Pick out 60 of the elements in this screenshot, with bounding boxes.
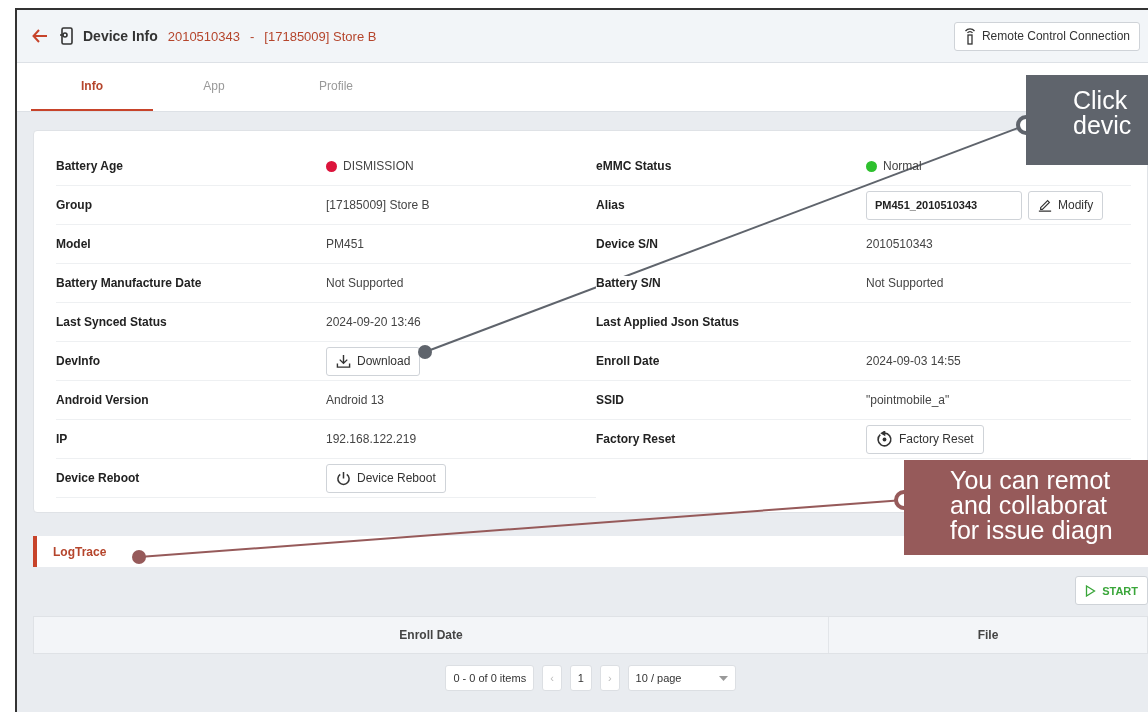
play-icon <box>1085 584 1097 597</box>
item-count: 0 - 0 of 0 items <box>445 665 535 691</box>
info-label: Last Applied Json Status <box>596 315 739 329</box>
device-settings-icon <box>59 27 73 45</box>
info-label: Model <box>56 237 91 251</box>
device-serial: 2010510343 <box>167 28 240 44</box>
callout-text: devic <box>1073 113 1133 138</box>
callout-text: Click <box>1073 88 1129 113</box>
status-text: Normal <box>883 159 922 173</box>
info-label: Android Version <box>56 393 149 407</box>
alias-field[interactable]: PM451_2010510343 <box>866 190 1022 220</box>
download-icon <box>336 353 351 369</box>
info-value: Not Supported <box>866 276 944 290</box>
modify-button[interactable]: Modify <box>1028 190 1104 220</box>
info-label: Battery Manufacture Date <box>56 276 202 290</box>
info-value: 2010510343 <box>866 237 933 251</box>
info-value: 192.168.122.219 <box>326 432 417 446</box>
info-value: [17185009] Store B <box>326 198 430 212</box>
reset-button[interactable]: Factory Reset <box>866 424 984 454</box>
info-label: DevInfo <box>56 354 100 368</box>
info-value: "pointmobile_a" <box>866 393 950 407</box>
caret-icon <box>718 675 728 681</box>
section-title: LogTrace <box>53 544 107 559</box>
info-label: Last Synced Status <box>56 315 167 329</box>
info-value: 2024-09-20 13:46 <box>326 315 421 329</box>
callout-text: and collaborat <box>950 493 1109 518</box>
back-arrow-icon[interactable] <box>31 27 49 45</box>
info-label: Enroll Date <box>596 354 660 368</box>
info-label: Device Reboot <box>56 471 140 485</box>
page-size-select[interactable]: 10 / page <box>627 665 736 691</box>
remote-signal-icon <box>963 27 976 45</box>
device-group: [17185009] Store B <box>264 28 377 44</box>
pencil-icon <box>1038 198 1052 212</box>
column-header: Enroll Date <box>398 627 464 644</box>
page-title: Device Info <box>83 28 158 44</box>
status-text: DISMISSION <box>343 159 414 173</box>
info-label: IP <box>56 432 68 446</box>
info-value: Android 13 <box>326 393 385 407</box>
info-label: Battery Age <box>56 159 123 173</box>
info-label: SSID <box>596 393 624 407</box>
info-label: Group <box>56 198 92 212</box>
tab[interactable]: Info <box>31 63 153 111</box>
info-label: Battery S/N <box>596 276 661 290</box>
info-label: eMMC Status <box>596 159 672 173</box>
callout-text: You can remot <box>950 468 1112 493</box>
info-value: Not Supported <box>326 276 404 290</box>
column-header: File <box>828 617 1147 653</box>
info-value: PM451 <box>326 237 365 251</box>
info-label: Alias <box>596 198 625 212</box>
info-label: Factory Reset <box>596 432 676 446</box>
callout-text: for issue diagn <box>950 518 1114 543</box>
separator: - <box>250 28 255 44</box>
info-value: 2024-09-03 14:55 <box>866 354 961 368</box>
reset-icon <box>876 430 893 448</box>
remote-control-button[interactable]: Remote Control Connection <box>953 21 1140 51</box>
download-button[interactable]: Download <box>326 346 421 376</box>
info-label: Device S/N <box>596 237 659 251</box>
power-icon <box>336 470 351 486</box>
page-button[interactable]: 1 <box>569 665 592 691</box>
reboot-button[interactable]: Device Reboot <box>326 463 446 493</box>
